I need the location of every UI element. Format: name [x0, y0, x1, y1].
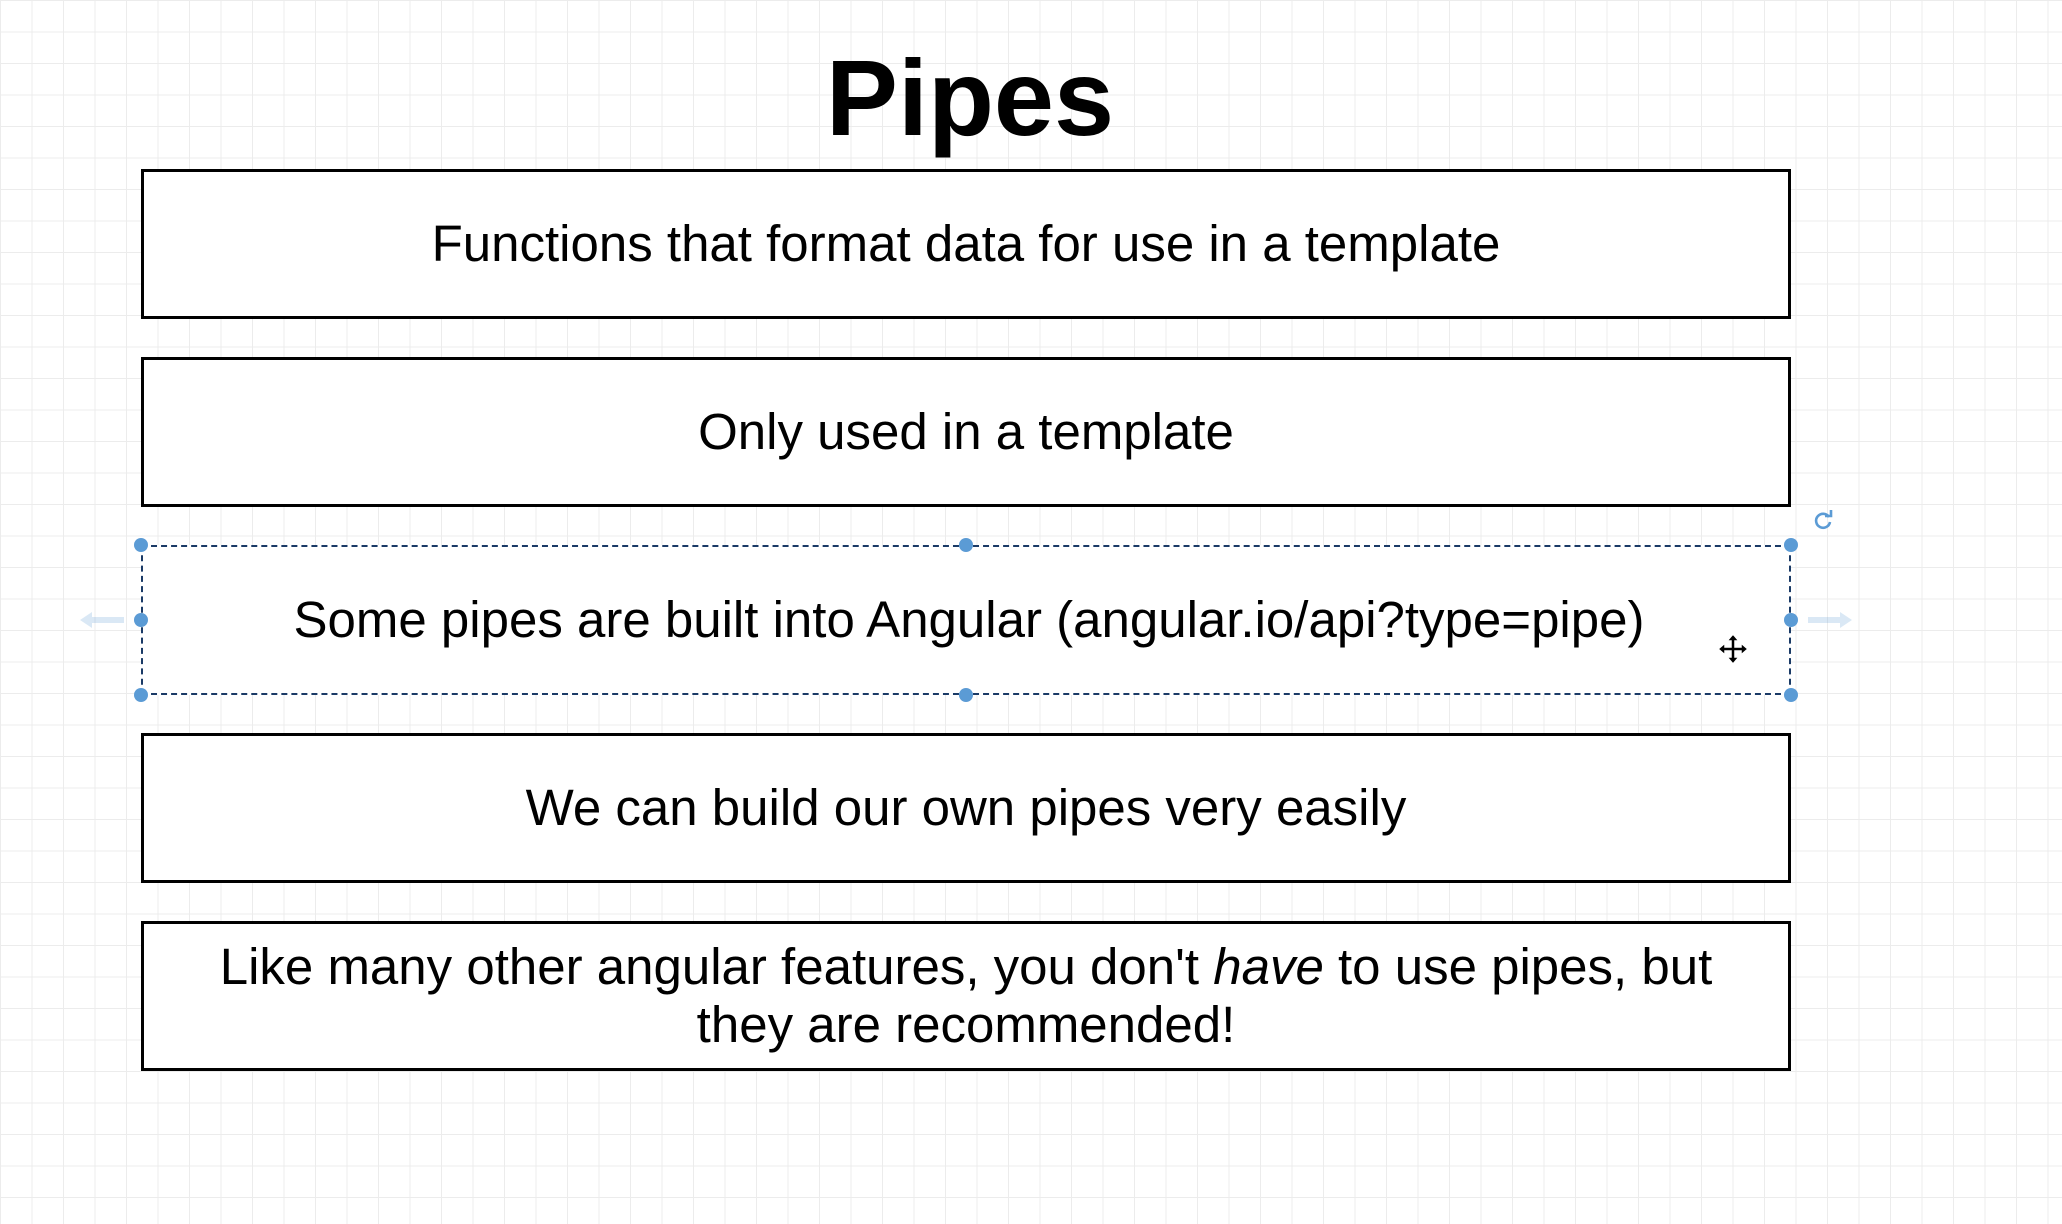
box-text: Some pipes are built into Angular (angul… [293, 591, 1645, 648]
resize-handle-bottom[interactable] [959, 688, 973, 702]
resize-handle-top-left[interactable] [134, 538, 148, 552]
box-text-line1-start: Like many other angular features, you do… [219, 938, 1214, 995]
rotate-icon[interactable] [1811, 508, 1835, 532]
move-cursor-icon [1716, 632, 1750, 666]
resize-handle-bottom-left[interactable] [134, 688, 148, 702]
arrow-right-icon[interactable] [1806, 610, 1854, 630]
box-text: Like many other angular features, you do… [220, 938, 1713, 1054]
diagram-title: Pipes [825, 37, 1115, 158]
box-build-own-pipes[interactable]: We can build our own pipes very easily [141, 733, 1791, 883]
resize-handle-bottom-right[interactable] [1784, 688, 1798, 702]
box-text-line1-end: to use pipes, but [1323, 938, 1713, 995]
box-recommended[interactable]: Like many other angular features, you do… [141, 921, 1791, 1071]
resize-handle-top-right[interactable] [1784, 538, 1798, 552]
box-text: Only used in a template [698, 403, 1234, 460]
box-text-line2: they are recommended! [696, 996, 1236, 1053]
box-only-template[interactable]: Only used in a template [141, 357, 1791, 507]
box-built-in-pipes[interactable]: Some pipes are built into Angular (angul… [141, 545, 1791, 695]
resize-handle-top[interactable] [959, 538, 973, 552]
resize-handle-right[interactable] [1784, 613, 1798, 627]
box-text: We can build our own pipes very easily [525, 779, 1407, 836]
box-text-emphasis: have [1213, 938, 1324, 995]
resize-handle-left[interactable] [134, 613, 148, 627]
box-text: Functions that format data for use in a … [431, 215, 1501, 272]
box-format-functions[interactable]: Functions that format data for use in a … [141, 169, 1791, 319]
arrow-left-icon[interactable] [78, 610, 126, 630]
